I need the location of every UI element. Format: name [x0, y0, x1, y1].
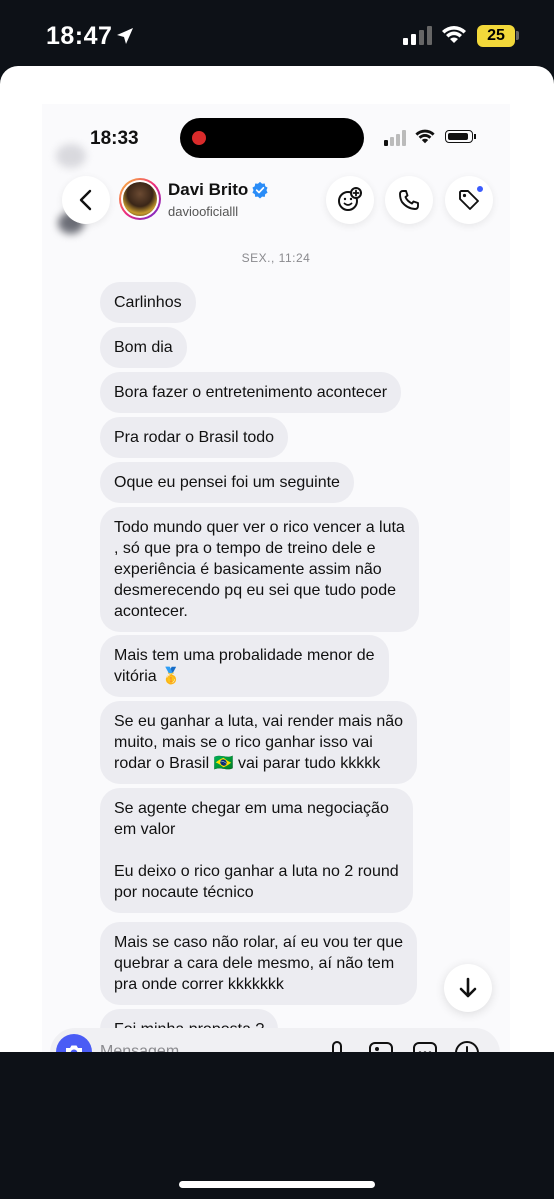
add-friend-icon: [338, 187, 362, 211]
label-button[interactable]: [445, 176, 493, 224]
phone-icon: [399, 190, 419, 210]
message-bubble[interactable]: Oque eu pensei foi um seguinte: [100, 462, 354, 503]
message-bubble[interactable]: Mais se caso não rolar, aí eu vou ter qu…: [100, 922, 418, 1005]
avatar[interactable]: [119, 178, 161, 220]
message-bubble[interactable]: Bora fazer o entretenimento acontecer: [100, 372, 402, 413]
sticker-icon[interactable]: [412, 1040, 438, 1052]
profile-photo: [123, 182, 157, 216]
blurred-avatar: [56, 144, 86, 168]
camera-button[interactable]: [56, 1034, 92, 1052]
call-button[interactable]: [385, 176, 433, 224]
battery-cap: [516, 31, 519, 40]
dm-screenshot: 18:33 Davi Brito daviooficialll SEX., 11…: [42, 104, 510, 1052]
message-bubble[interactable]: Carlinhos: [100, 282, 196, 323]
notification-dot: [476, 185, 484, 193]
image-icon[interactable]: [368, 1040, 394, 1052]
cellular-signal-icon: [403, 26, 432, 45]
mic-icon[interactable]: [326, 1040, 348, 1052]
message-bubble[interactable]: Pra rodar o Brasil todo: [100, 417, 289, 458]
contact-name[interactable]: Davi Brito: [168, 180, 248, 200]
camera-icon: [66, 1045, 82, 1052]
arrow-down-icon: [459, 977, 477, 998]
contact-handle: daviooficialll: [168, 204, 239, 219]
verified-icon: [252, 181, 268, 199]
location-arrow-icon: [117, 28, 133, 44]
inner-wifi-icon: [415, 129, 435, 144]
device-time: 18:47: [46, 22, 113, 50]
message-composer: [50, 1028, 500, 1052]
date-separator: SEX., 11:24: [241, 251, 311, 265]
back-button[interactable]: [62, 176, 110, 224]
home-indicator[interactable]: [179, 1181, 375, 1188]
message-input[interactable]: [100, 1043, 280, 1052]
inner-time: 18:33: [90, 128, 139, 149]
image-viewer-sheet: 18:33 Davi Brito daviooficialll SEX., 11…: [0, 66, 554, 1052]
message-bubble[interactable]: Todo mundo quer ver o rico vencer a luta…: [100, 507, 419, 632]
add-friend-button[interactable]: [326, 176, 374, 224]
recording-dot: [192, 131, 206, 145]
message-bubble[interactable]: Mais tem uma probalidade menor de vitóri…: [100, 635, 389, 697]
message-bubble[interactable]: Se agente chegar em uma negociação em va…: [100, 788, 413, 913]
message-bubble[interactable]: Bom dia: [100, 327, 187, 368]
inner-battery-icon: [445, 130, 473, 143]
plus-icon[interactable]: [454, 1040, 480, 1052]
back-icon: [79, 189, 92, 211]
dynamic-island: [180, 118, 364, 158]
inner-signal-icon: [384, 130, 406, 146]
battery-indicator: 25: [477, 25, 515, 47]
wifi-icon: [442, 26, 466, 43]
scroll-to-bottom-button[interactable]: [444, 964, 492, 1012]
message-bubble[interactable]: Se eu ganhar a luta, vai render mais não…: [100, 701, 418, 784]
inner-battery-cap: [474, 134, 476, 139]
device-status-bar: 18:47 25: [0, 0, 554, 70]
